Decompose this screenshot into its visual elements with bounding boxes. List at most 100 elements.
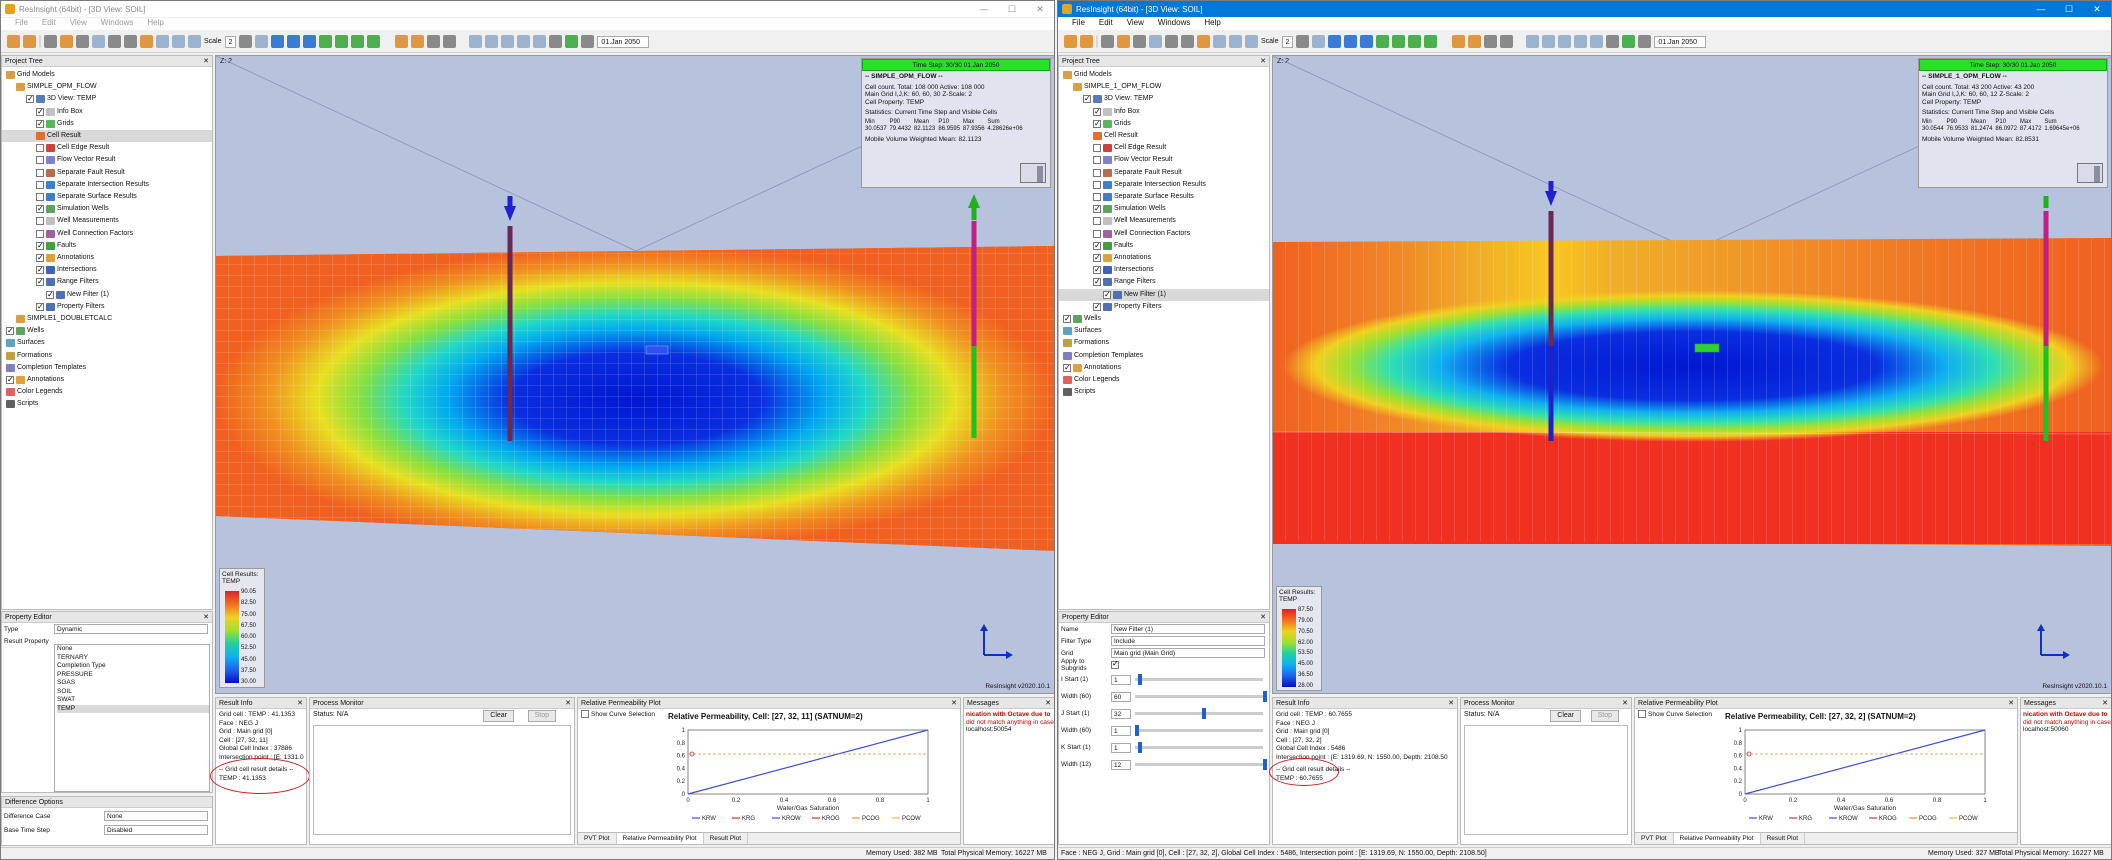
stop-icon[interactable]: [1606, 35, 1620, 48]
tree-item[interactable]: Well Measurements: [1093, 215, 1176, 227]
selected-cell[interactable]: [645, 345, 669, 355]
maximize-icon[interactable]: ☐: [2055, 1, 2083, 17]
print-icon[interactable]: [1165, 35, 1178, 48]
tree-checkbox[interactable]: [36, 168, 44, 177]
slider-track[interactable]: [1135, 674, 1263, 685]
tree-item[interactable]: Intersections: [1093, 264, 1154, 276]
tree-checkbox[interactable]: [1093, 168, 1101, 177]
surface-icon[interactable]: [1312, 35, 1326, 48]
slider-track[interactable]: [1135, 725, 1263, 736]
menu-windows[interactable]: Windows: [1158, 18, 1190, 30]
menu-file[interactable]: File: [1072, 18, 1085, 30]
tree-item[interactable]: New Filter (1): [1059, 288, 1269, 301]
close-icon[interactable]: ✕: [2008, 698, 2014, 709]
tree-checkbox[interactable]: [1093, 276, 1101, 288]
stop-icon[interactable]: [549, 35, 563, 48]
first-step-icon[interactable]: [1526, 35, 1540, 48]
tree-checkbox[interactable]: [1093, 217, 1101, 226]
tree-item[interactable]: Annotations: [6, 374, 64, 386]
edge-icon[interactable]: [303, 35, 317, 48]
tree-checkbox[interactable]: [6, 374, 14, 386]
fractures-icon[interactable]: [1424, 35, 1438, 48]
close-icon[interactable]: ✕: [2102, 698, 2108, 709]
tree-checkbox[interactable]: [1093, 180, 1101, 189]
view-icon[interactable]: [1197, 35, 1210, 48]
list-item[interactable]: SOIL: [57, 688, 209, 697]
tree-item[interactable]: Grids: [1093, 118, 1131, 130]
axis-y-icon[interactable]: [1229, 35, 1242, 48]
filter-type-select[interactable]: Include: [1111, 636, 1265, 646]
result-property-list[interactable]: None TERNARY Completion Type PRESSURE SG…: [54, 644, 210, 792]
close-icon[interactable]: ✕: [1622, 698, 1628, 709]
play-icon[interactable]: [501, 35, 515, 48]
slider-value-field[interactable]: 32: [1111, 708, 1131, 719]
slider-handle[interactable]: [1137, 674, 1142, 685]
tree-checkbox[interactable]: [36, 180, 44, 189]
tree-item[interactable]: Completion Templates: [6, 362, 86, 374]
close-icon[interactable]: ✕: [1260, 56, 1266, 67]
tree-item[interactable]: Grid Models: [1063, 69, 1112, 81]
close-icon[interactable]: ✕: [1260, 612, 1266, 623]
tree-checkbox[interactable]: [1093, 301, 1101, 313]
list-item[interactable]: PRESSURE: [57, 671, 209, 680]
tree-checkbox[interactable]: [1093, 156, 1101, 165]
tree-item[interactable]: Annotations: [1093, 252, 1151, 264]
list-item[interactable]: SWAT: [57, 696, 209, 705]
slider-value-field[interactable]: 1: [1111, 725, 1131, 736]
next-step-icon[interactable]: [1574, 35, 1588, 48]
axis-x-icon[interactable]: [156, 35, 169, 48]
list-item[interactable]: SGAS: [57, 679, 209, 688]
tree-checkbox[interactable]: [1093, 252, 1101, 264]
tree-checkbox[interactable]: [1093, 106, 1101, 118]
slider-handle[interactable]: [1263, 759, 1267, 770]
tree-item[interactable]: Faults: [36, 240, 76, 252]
close-icon[interactable]: ✕: [565, 698, 571, 709]
save-icon[interactable]: [60, 35, 73, 48]
tree-item[interactable]: 3D View: TEMP: [1083, 93, 1153, 105]
tree-item[interactable]: Grid Models: [6, 69, 55, 81]
open-project-icon[interactable]: [1064, 35, 1077, 48]
close-icon[interactable]: ✕: [203, 56, 209, 67]
tree-checkbox[interactable]: [36, 193, 44, 201]
grid-icon[interactable]: [1101, 35, 1114, 48]
list-item[interactable]: TERNARY: [57, 654, 209, 663]
tree-item[interactable]: Range Filters: [1093, 276, 1156, 288]
plot-icon[interactable]: [395, 35, 409, 48]
well-paths-icon[interactable]: [335, 35, 349, 48]
tree-item[interactable]: Cell Result: [2, 130, 212, 142]
tree-item[interactable]: Range Filters: [36, 276, 99, 288]
scale-select[interactable]: 2: [224, 35, 237, 48]
table-icon[interactable]: [427, 35, 441, 48]
slider-track[interactable]: [1135, 759, 1267, 770]
tab-pvt-plot[interactable]: PVT Plot: [578, 833, 617, 844]
tree-item[interactable]: Annotations: [1063, 362, 1121, 374]
first-step-icon[interactable]: [469, 35, 483, 48]
tree-checkbox[interactable]: [26, 93, 34, 105]
tree-item[interactable]: Surfaces: [6, 337, 45, 349]
tree-item[interactable]: SIMPLE_1_OPM_FLOW: [1073, 81, 1161, 93]
tab-result-plot[interactable]: Result Plot: [704, 833, 749, 844]
import-case-icon[interactable]: [1080, 35, 1093, 48]
menu-edit[interactable]: Edit: [1099, 18, 1113, 30]
faults-icon[interactable]: [271, 35, 285, 48]
axis-x-icon[interactable]: [1213, 35, 1226, 48]
plot-icon[interactable]: [1452, 35, 1466, 48]
table-icon[interactable]: [1484, 35, 1498, 48]
snapshot-icon[interactable]: [92, 35, 105, 48]
tree-item[interactable]: Property Filters: [36, 301, 104, 313]
selected-cell[interactable]: [1694, 343, 1720, 353]
tree-checkbox[interactable]: [36, 156, 44, 165]
tree-item[interactable]: Separate Fault Result: [1093, 167, 1182, 179]
slider-handle[interactable]: [1201, 708, 1206, 719]
last-step-icon[interactable]: [533, 35, 547, 48]
copy-icon[interactable]: [1133, 35, 1146, 48]
tree-item[interactable]: Wells: [6, 325, 44, 337]
tree-checkbox[interactable]: [36, 264, 44, 276]
apply-subgrids-checkbox[interactable]: [1111, 659, 1119, 669]
fractures-icon[interactable]: [367, 35, 381, 48]
list-item-selected[interactable]: TEMP: [57, 704, 209, 713]
menu-windows[interactable]: Windows: [101, 18, 133, 30]
type-select[interactable]: Dynamic: [54, 624, 208, 634]
well-paths-icon[interactable]: [1392, 35, 1406, 48]
copy-icon[interactable]: [76, 35, 89, 48]
